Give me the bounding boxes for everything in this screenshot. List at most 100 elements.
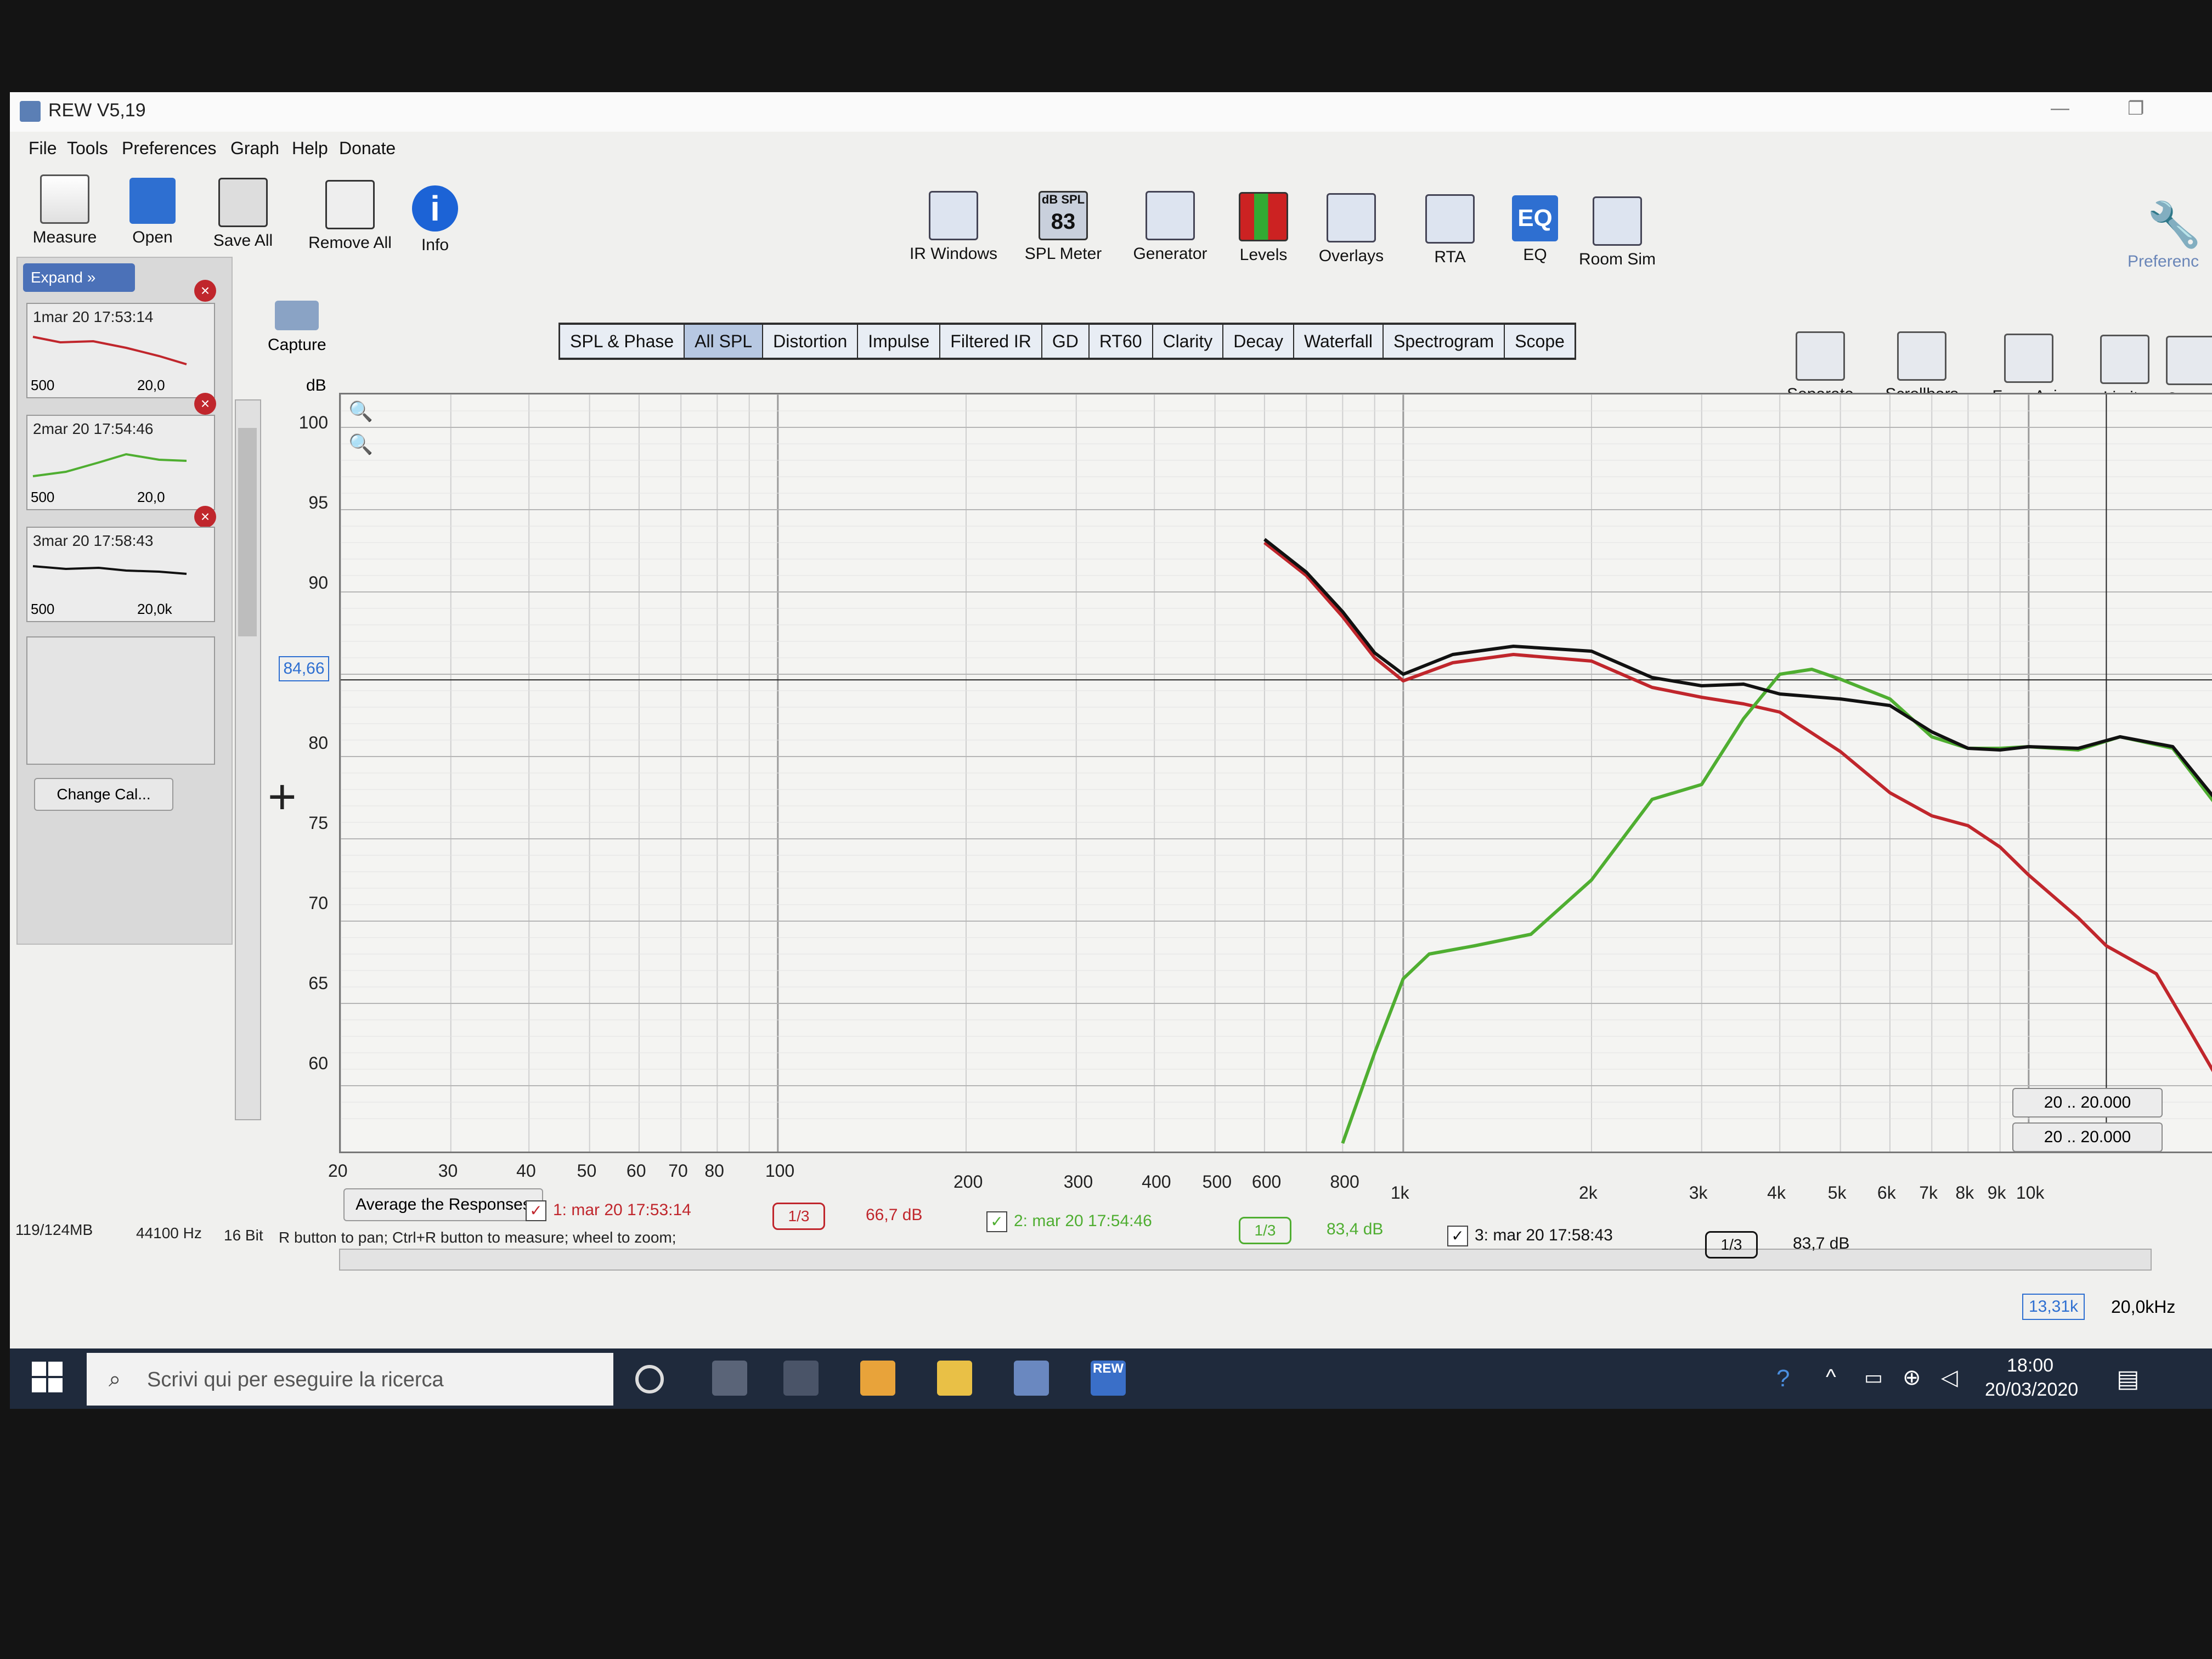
legend-checkbox-2[interactable]: ✓ xyxy=(986,1211,1007,1232)
preferences-button[interactable]: 🔧 Preferenc xyxy=(2128,202,2212,271)
file-explorer-icon[interactable] xyxy=(937,1361,972,1396)
legend-checkbox-1[interactable]: ✓ xyxy=(526,1200,546,1221)
store-icon[interactable] xyxy=(860,1361,895,1396)
tab-clarity[interactable]: Clarity xyxy=(1153,325,1223,358)
range-box-1[interactable]: 20 .. 20.000 xyxy=(2012,1088,2163,1118)
generator-button[interactable]: Generator xyxy=(1121,191,1220,263)
x-tick-label: 100 xyxy=(765,1161,795,1181)
remove-measurement-2-icon[interactable]: × xyxy=(194,393,216,415)
spl-graph[interactable]: 🔍 🔍 xyxy=(339,393,2212,1153)
average-responses-button[interactable]: Average the Responses xyxy=(343,1188,543,1221)
scrollbar-thumb[interactable] xyxy=(238,428,257,636)
room-sim-button[interactable]: Room Sim xyxy=(1568,196,1667,269)
levels-button[interactable]: Levels xyxy=(1225,192,1302,264)
measurement-card-1[interactable]: 1mar 20 17:53:14 500 20,0 xyxy=(26,303,215,398)
legend-item-2[interactable]: ✓ 2: mar 20 17:54:46 xyxy=(986,1211,1152,1232)
smoothing-1[interactable]: 1/3 xyxy=(772,1203,825,1230)
x-tick-label: 50 xyxy=(577,1161,597,1181)
x-tick-label: 200 xyxy=(953,1172,983,1192)
measure-button[interactable]: Measure xyxy=(26,174,103,247)
tab-decay[interactable]: Decay xyxy=(1223,325,1293,358)
app-icon xyxy=(20,101,41,122)
tab-gd[interactable]: GD xyxy=(1042,325,1088,358)
range-box-2[interactable]: 20 .. 20.000 xyxy=(2012,1122,2163,1152)
menu-graph[interactable]: Graph xyxy=(230,138,279,159)
menu-help[interactable]: Help xyxy=(292,138,328,159)
spl-meter-button[interactable]: dB SPL 83 SPL Meter xyxy=(1014,191,1113,263)
change-cal-button[interactable]: Change Cal... xyxy=(34,778,173,811)
menu-file[interactable]: File xyxy=(29,138,57,159)
camera-icon xyxy=(275,301,319,330)
legend-item-1[interactable]: ✓ 1: mar 20 17:53:14 xyxy=(526,1200,691,1221)
measurement-card-2[interactable]: 2mar 20 17:54:46 500 20,0 xyxy=(26,415,215,510)
ir-windows-button[interactable]: IR Windows xyxy=(899,191,1008,263)
menu-tools[interactable]: Tools xyxy=(67,138,108,159)
measurement-3-thumbnail xyxy=(32,565,187,575)
vertical-scrollbar[interactable] xyxy=(235,399,261,1120)
graph-tabs: SPL & Phase All SPL Distortion Impulse F… xyxy=(558,323,1576,360)
x-tick-label: 500 xyxy=(1202,1172,1232,1192)
remove-measurement-3-icon[interactable]: × xyxy=(194,506,216,528)
tab-distortion[interactable]: Distortion xyxy=(763,325,857,358)
legend-checkbox-3[interactable]: ✓ xyxy=(1447,1226,1468,1246)
spl-chart[interactable] xyxy=(341,394,2212,1152)
clock-time[interactable]: 18:00 xyxy=(2007,1355,2053,1376)
room-sim-icon xyxy=(1593,196,1642,246)
help-icon[interactable]: ? xyxy=(1776,1365,1790,1392)
app-icon-taskbar[interactable] xyxy=(1014,1361,1049,1396)
tab-spectrogram[interactable]: Spectrogram xyxy=(1384,325,1504,358)
overlays-button[interactable]: Overlays xyxy=(1307,193,1395,266)
tab-scope[interactable]: Scope xyxy=(1505,325,1575,358)
windows-start-icon[interactable] xyxy=(32,1362,64,1393)
save-all-button[interactable]: Save All xyxy=(202,178,284,250)
clock-date[interactable]: 20/03/2020 xyxy=(1985,1379,2078,1401)
capture-button[interactable]: Capture xyxy=(268,301,326,354)
measurement-card-3[interactable]: 3mar 20 17:58:43 500 20,0k xyxy=(26,527,215,622)
minimize-button[interactable]: — xyxy=(2051,98,2069,119)
legend-item-3[interactable]: ✓ 3: mar 20 17:58:43 xyxy=(1447,1226,1613,1246)
smoothing-3[interactable]: 1/3 xyxy=(1705,1231,1758,1259)
x-tick-label: 7k xyxy=(1919,1183,1938,1203)
x-tick-label: 9k xyxy=(1987,1183,2006,1203)
battery-icon[interactable]: ▭ xyxy=(1864,1366,1883,1389)
y-tick-label: 80 xyxy=(308,733,328,753)
volume-icon[interactable]: ◁ xyxy=(1941,1365,1958,1390)
tab-waterfall[interactable]: Waterfall xyxy=(1294,325,1383,358)
cortana-icon[interactable] xyxy=(635,1365,664,1393)
zoom-out-icon[interactable]: 🔍 xyxy=(348,433,373,456)
task-view-icon[interactable] xyxy=(712,1361,747,1396)
tab-filtered-ir[interactable]: Filtered IR xyxy=(940,325,1041,358)
menu-donate[interactable]: Donate xyxy=(339,138,396,159)
tab-rt60[interactable]: RT60 xyxy=(1089,325,1152,358)
remove-all-button[interactable]: Remove All xyxy=(295,180,405,252)
calculator-icon[interactable] xyxy=(783,1361,819,1396)
rta-button[interactable]: RTA xyxy=(1412,194,1488,267)
eq-button[interactable]: EQ EQ xyxy=(1499,195,1571,264)
menu-preferences[interactable]: Preferences xyxy=(122,138,217,159)
smoothing-2[interactable]: 1/3 xyxy=(1239,1217,1291,1244)
maximize-button[interactable]: ❐ xyxy=(2128,98,2144,120)
chevron-up-icon[interactable]: ^ xyxy=(1826,1365,1836,1390)
taskbar-search[interactable]: ⌕ Scrivi qui per eseguire la ricerca xyxy=(87,1353,613,1406)
cursor-frequency-readout: 13,31k xyxy=(2022,1294,2085,1320)
expand-button[interactable]: Expand » xyxy=(23,263,135,292)
tab-impulse[interactable]: Impulse xyxy=(858,325,940,358)
horizontal-scrollbar[interactable] xyxy=(339,1249,2152,1271)
ir-windows-icon xyxy=(929,191,978,240)
zoom-in-icon[interactable]: 🔍 xyxy=(348,400,373,423)
globe-icon[interactable]: ⊕ xyxy=(1903,1365,1921,1390)
tab-spl-phase[interactable]: SPL & Phase xyxy=(560,325,684,358)
rew-taskbar-icon[interactable]: REW xyxy=(1091,1361,1126,1396)
x-tick-label: 4k xyxy=(1767,1183,1786,1203)
levels-icon xyxy=(1239,192,1288,241)
remove-measurement-1-icon[interactable]: × xyxy=(194,280,216,302)
info-button[interactable]: i Info xyxy=(405,185,465,255)
measurement-1-thumbnail xyxy=(32,336,187,365)
x-tick-label: 80 xyxy=(704,1161,724,1181)
tab-all-spl[interactable]: All SPL xyxy=(685,325,763,358)
sample-rate-status: 44100 Hz xyxy=(136,1224,202,1242)
measurement-2-thumbnail xyxy=(32,453,187,477)
open-button[interactable]: Open xyxy=(120,178,185,247)
x-tick-label: 10k xyxy=(2016,1183,2045,1203)
notification-icon[interactable]: ▤ xyxy=(2117,1365,2140,1393)
